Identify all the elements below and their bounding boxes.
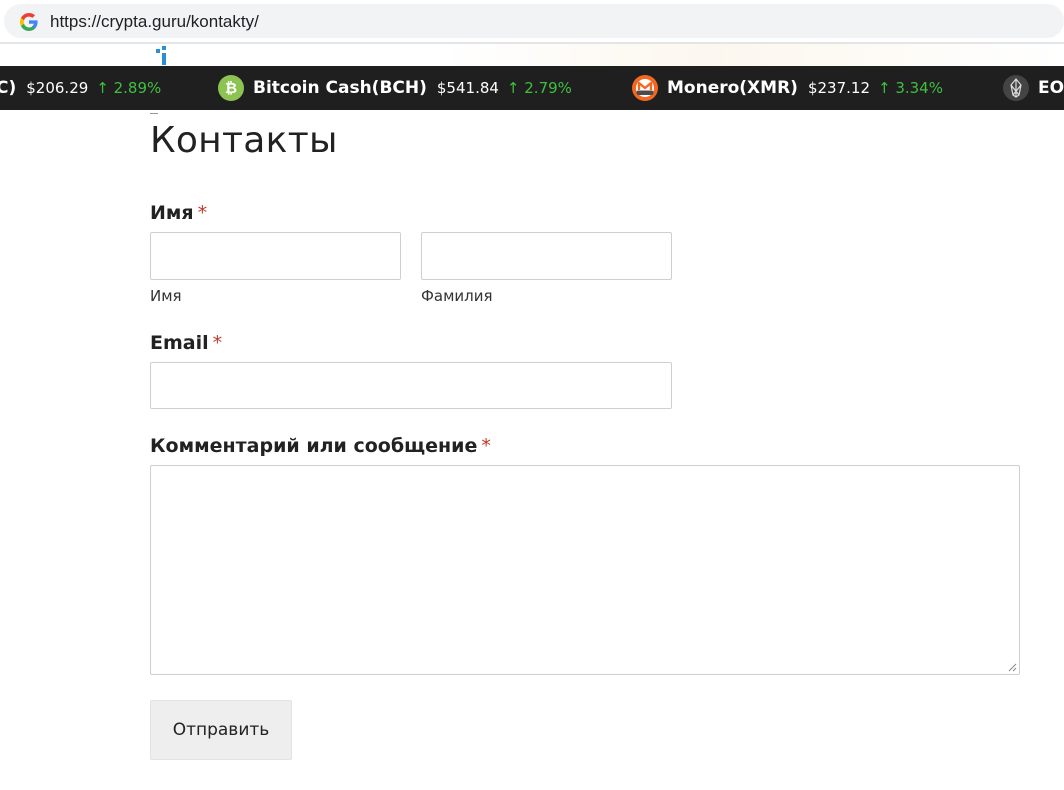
- url-text[interactable]: https://crypta.guru/kontakty/: [50, 12, 259, 32]
- email-label-text: Email: [150, 332, 209, 354]
- ticker-item[interactable]: Monero(XMR) $237.12 ↑ 3.34%: [632, 66, 943, 110]
- coin-name: C): [0, 78, 17, 98]
- ticker-item[interactable]: C) $206.29 ↑ 2.89%: [0, 66, 161, 110]
- ticker-item[interactable]: ₿ Bitcoin Cash(BCH) $541.84 ↑ 2.79%: [218, 66, 572, 110]
- site-header-background: [440, 44, 1064, 66]
- coin-name: Bitcoin Cash(BCH): [253, 78, 427, 98]
- resize-handle-icon[interactable]: [1007, 662, 1017, 672]
- coin-change: ↑ 2.79%: [506, 79, 572, 97]
- svg-text:₿: ₿: [225, 79, 237, 97]
- coin-price: $237.12: [807, 79, 870, 97]
- coin-name: Monero(XMR): [667, 78, 798, 98]
- site-logo-icon: [156, 46, 166, 65]
- last-name-sublabel: Фамилия: [421, 287, 493, 305]
- first-name-input[interactable]: [150, 232, 401, 280]
- eos-icon: [1003, 75, 1029, 101]
- url-field[interactable]: https://crypta.guru/kontakty/: [4, 4, 1064, 38]
- first-name-sublabel: Имя: [150, 287, 182, 305]
- coin-change: ↑ 2.89%: [96, 79, 162, 97]
- bitcoin-cash-icon: ₿: [218, 75, 244, 101]
- required-mark: *: [212, 332, 223, 354]
- page-title: Контакты: [150, 120, 338, 161]
- crypto-ticker: C) $206.29 ↑ 2.89% ₿ Bitcoin Cash(BCH) $…: [0, 66, 1064, 110]
- coin-price: $206.29: [26, 79, 89, 97]
- submit-button[interactable]: Отправить: [150, 700, 292, 760]
- comment-label-text: Комментарий или сообщение: [150, 435, 478, 457]
- email-label: Email *: [150, 332, 222, 354]
- comment-textarea[interactable]: [150, 465, 1020, 675]
- google-icon: [20, 13, 38, 31]
- ticker-item[interactable]: EO: [1003, 66, 1064, 110]
- comment-label: Комментарий или сообщение *: [150, 435, 491, 457]
- browser-address-bar: https://crypta.guru/kontakty/: [0, 0, 1064, 44]
- coin-name: EO: [1038, 78, 1064, 98]
- coin-change: ↑ 3.34%: [877, 79, 943, 97]
- last-name-input[interactable]: [421, 232, 672, 280]
- name-label: Имя *: [150, 202, 207, 224]
- required-mark: *: [481, 435, 491, 457]
- coin-price: $541.84: [436, 79, 499, 97]
- breadcrumb: [150, 110, 158, 114]
- required-mark: *: [197, 202, 208, 224]
- name-label-text: Имя: [150, 202, 194, 224]
- monero-icon: [632, 75, 658, 101]
- email-input[interactable]: [150, 362, 672, 409]
